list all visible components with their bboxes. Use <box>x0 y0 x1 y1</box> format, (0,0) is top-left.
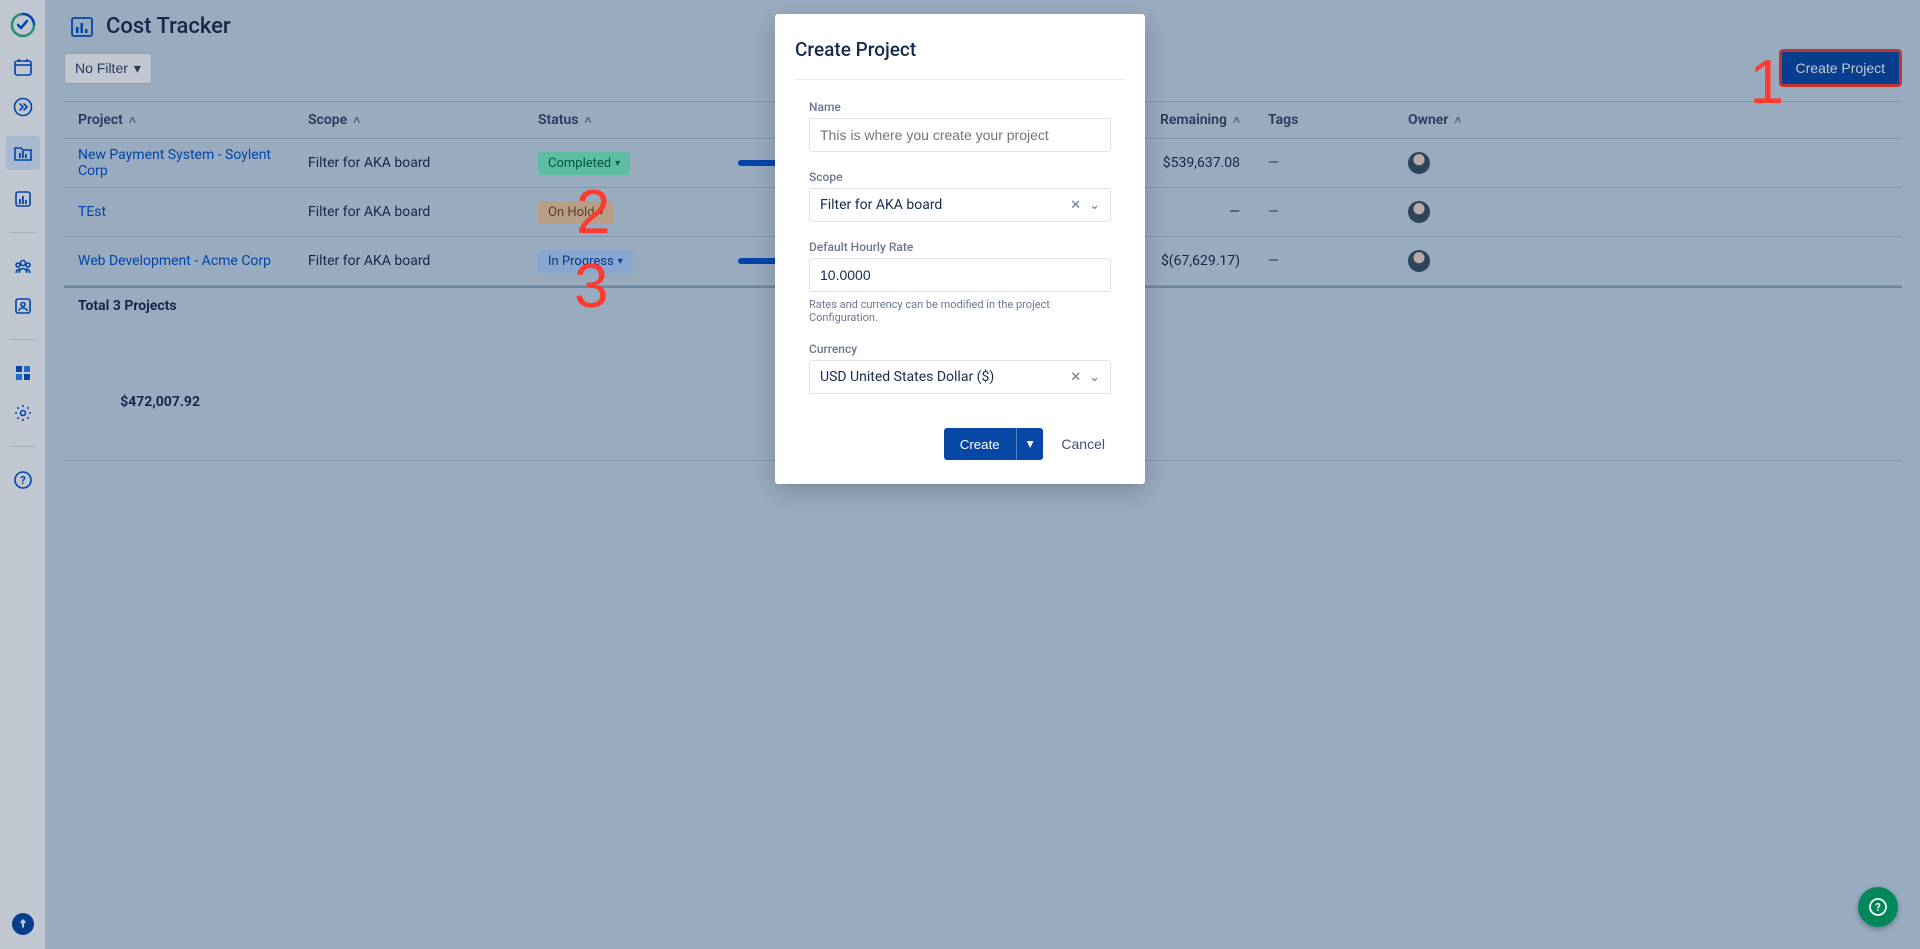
modal-title: Create Project <box>795 38 1125 61</box>
rate-hint: Rates and currency can be modified in th… <box>809 298 1111 324</box>
chevron-down-icon[interactable]: ⌄ <box>1089 198 1100 213</box>
scope-select[interactable]: Filter for AKA board ✕ ⌄ <box>809 188 1111 222</box>
currency-label: Currency <box>809 342 1111 356</box>
create-button[interactable]: Create ▾ <box>944 428 1044 460</box>
clear-icon[interactable]: ✕ <box>1070 198 1081 213</box>
scope-value: Filter for AKA board <box>820 197 942 213</box>
scope-label: Scope <box>809 170 1111 184</box>
divider <box>795 79 1125 80</box>
create-project-modal: Create Project Name Scope Filter for AKA… <box>775 14 1145 484</box>
project-name-input[interactable] <box>809 118 1111 152</box>
rate-label: Default Hourly Rate <box>809 240 1111 254</box>
cancel-button[interactable]: Cancel <box>1055 428 1111 460</box>
hourly-rate-input[interactable] <box>809 258 1111 292</box>
currency-value: USD United States Dollar ($) <box>820 369 994 385</box>
create-button-label: Create <box>944 429 1016 460</box>
create-dropdown-icon[interactable]: ▾ <box>1016 428 1044 460</box>
currency-select[interactable]: USD United States Dollar ($) ✕ ⌄ <box>809 360 1111 394</box>
svg-text:?: ? <box>1875 901 1881 914</box>
clear-icon[interactable]: ✕ <box>1070 370 1081 385</box>
name-label: Name <box>809 100 1111 114</box>
help-fab-button[interactable]: ? <box>1858 887 1898 927</box>
chevron-down-icon[interactable]: ⌄ <box>1089 370 1100 385</box>
